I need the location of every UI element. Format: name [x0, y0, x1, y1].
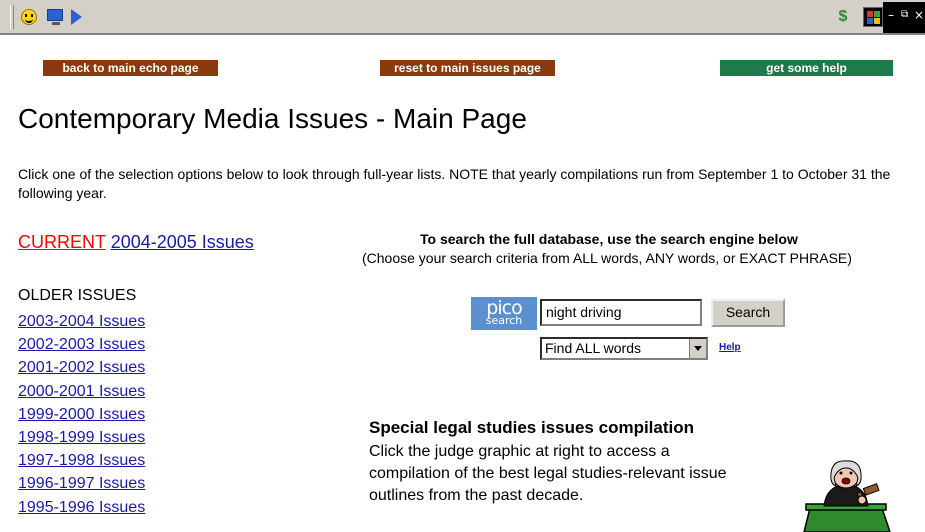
legal-studies-description: Click the judge graphic at right to acce…: [369, 443, 727, 504]
minimize-button[interactable]: –: [888, 8, 894, 22]
smiley-icon[interactable]: [21, 9, 37, 25]
page-title: Contemporary Media Issues - Main Page: [18, 103, 527, 134]
current-label[interactable]: CURRENT: [18, 232, 106, 252]
list-item: 1998-1999 Issues: [18, 426, 145, 449]
issues-link-2003-2004[interactable]: 2003-2004 Issues: [18, 313, 145, 330]
issues-link-1996-1997[interactable]: 1996-1997 Issues: [18, 475, 145, 492]
older-issues-list: 2003-2004 Issues 2002-2003 Issues 2001-2…: [18, 310, 145, 519]
chevron-down-icon[interactable]: [689, 339, 706, 358]
legal-studies-heading: Special legal studies issues compilation: [369, 418, 695, 437]
search-mode-select[interactable]: Find ALL words: [540, 337, 708, 360]
list-item: 2000-2001 Issues: [18, 380, 145, 403]
search-button[interactable]: Search: [711, 299, 785, 327]
list-item: 2003-2004 Issues: [18, 310, 145, 333]
list-item: 1995-1996 Issues: [18, 496, 145, 519]
issues-link-2001-2002[interactable]: 2001-2002 Issues: [18, 359, 145, 376]
list-item: 2002-2003 Issues: [18, 333, 145, 356]
restore-button[interactable]: ⧉: [901, 8, 908, 22]
judge-icon[interactable]: [796, 456, 896, 532]
issues-link-2000-2001[interactable]: 2000-2001 Issues: [18, 383, 145, 400]
toolbar-grip[interactable]: [10, 5, 14, 29]
issues-link-1998-1999[interactable]: 1998-1999 Issues: [18, 429, 145, 446]
search-help-link[interactable]: Help: [719, 342, 741, 353]
issues-link-1995-1996[interactable]: 1995-1996 Issues: [18, 499, 145, 516]
current-issues-link[interactable]: 2004-2005 Issues: [111, 232, 254, 252]
list-item: 1997-1998 Issues: [18, 449, 145, 472]
current-issues: CURRENT 2004-2005 Issues: [18, 232, 254, 253]
pico-logo-bottom: search: [485, 314, 523, 327]
older-issues-heading: OLDER ISSUES: [18, 287, 137, 304]
list-item: 2001-2002 Issues: [18, 356, 145, 379]
search-input[interactable]: night driving: [540, 299, 702, 326]
top-toolbar: $ – ⧉ ×: [0, 0, 925, 35]
list-item: 1996-1997 Issues: [18, 472, 145, 495]
picosearch-logo[interactable]: pico search: [471, 297, 537, 330]
issues-link-2002-2003[interactable]: 2002-2003 Issues: [18, 336, 145, 353]
arrow-icon[interactable]: [71, 9, 82, 25]
search-subtitle: (Choose your search criteria from ALL wo…: [362, 250, 852, 266]
close-button[interactable]: ×: [914, 8, 924, 22]
intro-text: Click one of the selection options below…: [18, 166, 891, 201]
sync-icon[interactable]: $: [834, 8, 852, 26]
search-mode-value: Find ALL words: [545, 340, 641, 356]
windows-logo-icon[interactable]: [863, 7, 883, 27]
get-help-button[interactable]: get some help: [720, 60, 893, 76]
monitor-icon[interactable]: [47, 9, 63, 25]
reset-issues-button[interactable]: reset to main issues page: [380, 60, 555, 76]
issues-link-1999-2000[interactable]: 1999-2000 Issues: [18, 406, 145, 423]
search-title: To search the full database, use the sea…: [420, 231, 798, 247]
list-item: 1999-2000 Issues: [18, 403, 145, 426]
issues-link-1997-1998[interactable]: 1997-1998 Issues: [18, 452, 145, 469]
back-to-main-echo-button[interactable]: back to main echo page: [43, 60, 218, 76]
